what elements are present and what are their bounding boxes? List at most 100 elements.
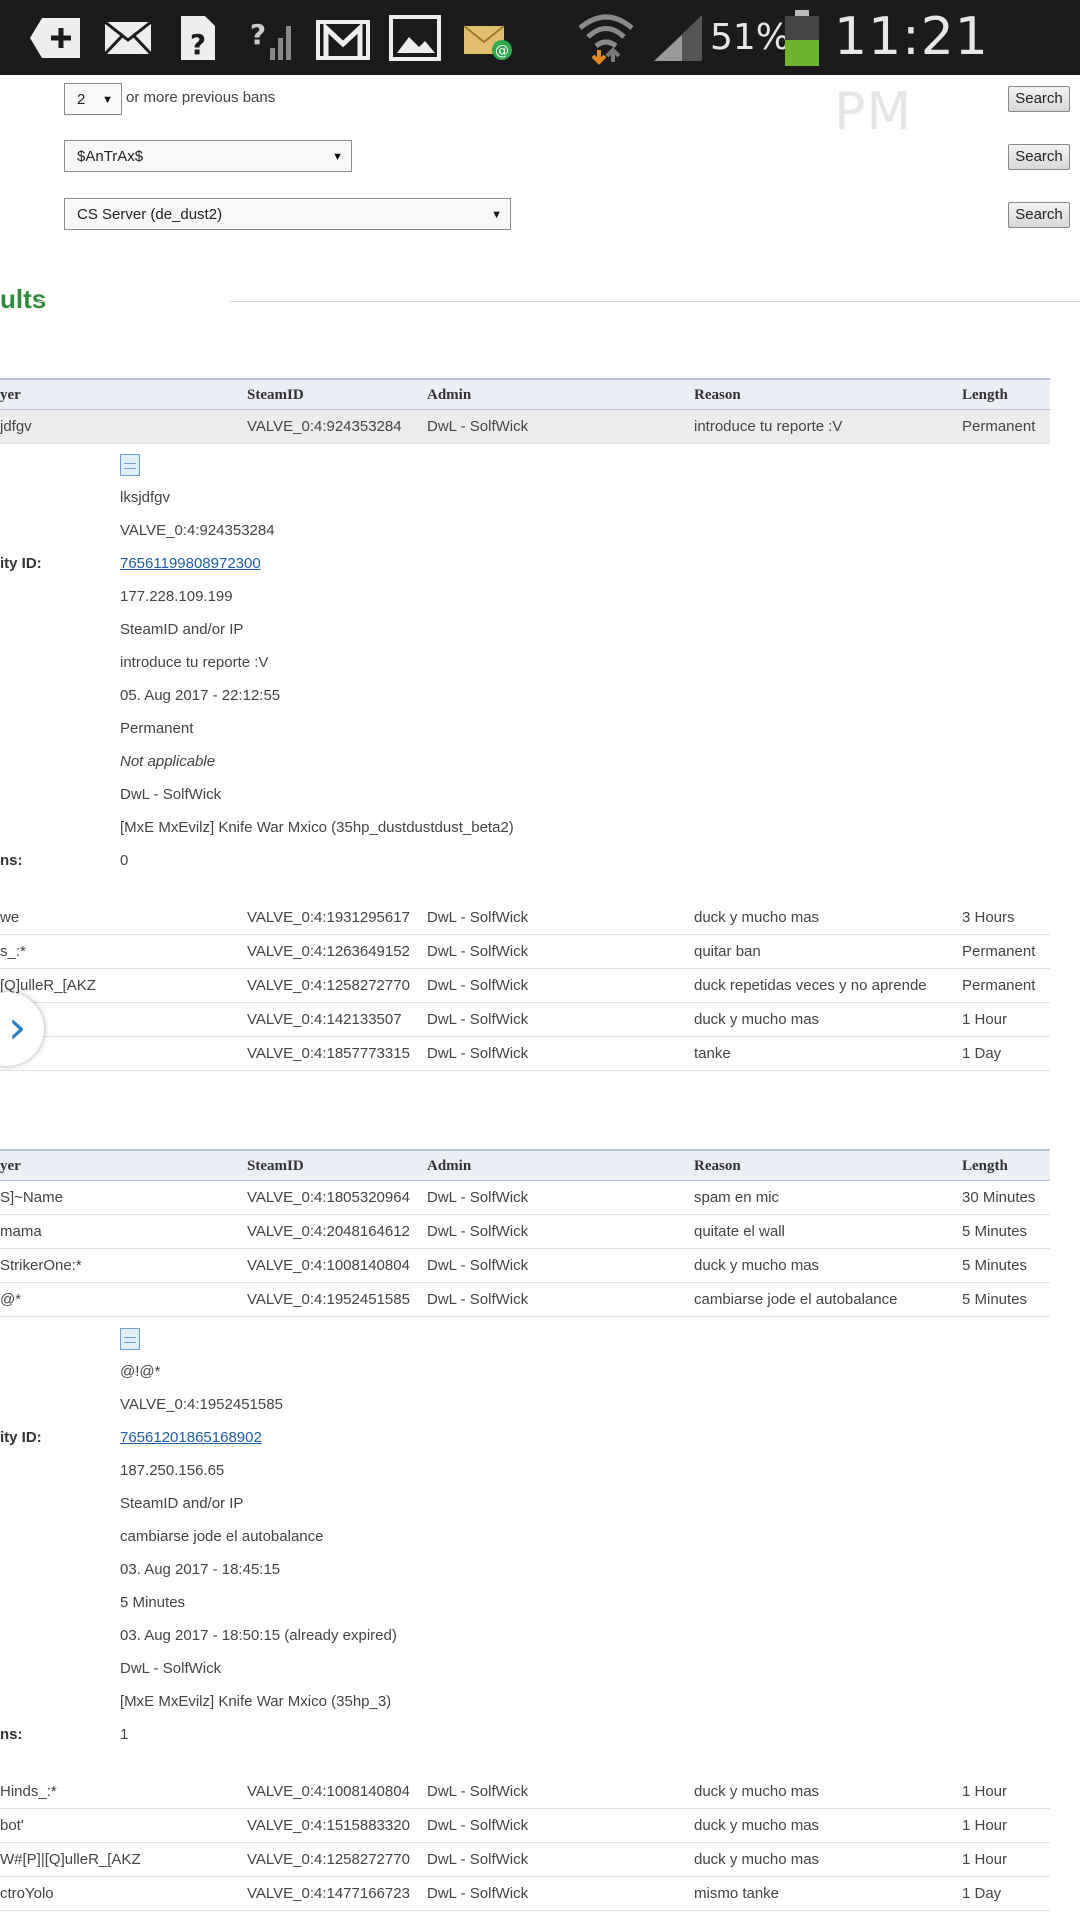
cell-player: we (0, 909, 20, 926)
mail-icon (102, 0, 154, 75)
cell-steamid: VALVE_0:4:1857773315 (247, 1045, 410, 1062)
detail-invoked-on: 05. Aug 2017 - 22:12:55 (120, 687, 281, 704)
column-player[interactable]: yer (0, 1151, 21, 1181)
detail-name: lksjdfgv (120, 489, 171, 506)
cell-reason: tanke (694, 1045, 731, 1062)
detail-steamid: VALVE_0:4:924353284 (120, 522, 275, 539)
cell-reason: duck y mucho mas (694, 909, 820, 926)
server-select-value: CS Server (de_dust2) (77, 206, 223, 223)
detail-community-id-link[interactable]: 76561201865168902 (120, 1428, 262, 1448)
detail-total-bans: 1 (120, 1726, 129, 1743)
heading-rule-left (38, 301, 46, 302)
search-server-button[interactable]: Search (1008, 202, 1070, 228)
table-row[interactable]: ctroYolo VALVE_0:4:1477166723 DwL - SolfWi… (0, 1877, 1050, 1911)
table-row[interactable]: mama VALVE_0:4:2048164612 DwL - SolfWick qu… (0, 1215, 1050, 1249)
table-row[interactable]: [Q]ulleR_[AKZ VALVE_0:4:1258272770 DwL - S… (0, 969, 1050, 1003)
chevron-down-icon: ▼ (102, 94, 113, 106)
table-row[interactable]: bot' VALVE_0:4:1515883320 DwL - SolfWick du… (0, 1809, 1050, 1843)
table-row[interactable]: s_:* VALVE_0:4:1263649152 DwL - SolfWick qu… (0, 935, 1050, 969)
detail-admin: DwL - SolfWick (120, 786, 222, 803)
cell-reason: quitar ban (694, 943, 761, 960)
admin-select[interactable]: $AnTrAx$ ▼ (64, 140, 352, 172)
cell-reason: duck repetidas veces y no aprende (694, 977, 927, 994)
detail-community-id-link[interactable]: 76561199808972300 (120, 554, 261, 574)
total-bans-label: ns: (0, 852, 23, 869)
cell-player: mama (0, 1223, 42, 1240)
status-bar: ? ? @ 51% 11:21 PM (0, 0, 1080, 142)
table-row[interactable]: @* VALVE_0:4:1952451585 DwL - SolfWick camb… (0, 1283, 1050, 1317)
table-row[interactable]: we VALVE_0:4:1931295617 DwL - SolfWick duck… (0, 901, 1050, 935)
search-previous-bans-button[interactable]: Search (1008, 86, 1070, 112)
cell-length: 1 Day (962, 1885, 1002, 1902)
cell-admin: DwL - SolfWick (427, 943, 529, 960)
cell-player: jdfgv (0, 418, 32, 435)
cell-steamid: VALVE_0:4:2048164612 (247, 1223, 410, 1240)
search-admin-button[interactable]: Search (1008, 144, 1070, 170)
column-admin[interactable]: Admin (427, 1151, 471, 1181)
cell-player: ctroYolo (0, 1885, 54, 1902)
cell-player: [Q]ulleR_[AKZ (0, 977, 96, 994)
cell-steamid: VALVE_0:4:1931295617 (247, 909, 410, 926)
cell-admin: DwL - SolfWick (427, 1817, 529, 1834)
column-player[interactable]: yer (0, 380, 21, 410)
detail-server: [MxE MxEvilz] Knife War Mxico (35hp_dust… (120, 819, 514, 836)
cell-reason: duck y mucho mas (694, 1851, 820, 1868)
column-reason[interactable]: Reason (694, 1151, 741, 1181)
cell-reason: duck y mucho mas (694, 1783, 820, 1800)
column-admin[interactable]: Admin (427, 380, 471, 410)
ban-list-page: 2 ▼ or more previous bans Search $AnTrAx… (0, 75, 1080, 1920)
cell-steamid: VALVE_0:4:1258272770 (247, 1851, 410, 1868)
cell-admin: DwL - SolfWick (427, 1045, 529, 1062)
cell-player: StrikerOne:* (0, 1257, 82, 1274)
cell-length: 5 Minutes (962, 1257, 1028, 1274)
server-select[interactable]: CS Server (de_dust2) ▼ (64, 198, 511, 230)
detail-reason: introduce tu reporte :V (120, 654, 269, 671)
table-row[interactable]: Hinds_:* VALVE_0:4:1008140804 DwL - SolfWi… (0, 1775, 1050, 1809)
admin-select-value: $AnTrAx$ (77, 148, 144, 165)
table-row[interactable]: W#[P]|[Q]ulleR_[AKZ VALVE_0:4:1258272770 D… (0, 1843, 1050, 1877)
previous-bans-value: 2 (77, 91, 86, 108)
document-icon[interactable] (120, 454, 140, 476)
cell-player: S]~Name (0, 1189, 63, 1206)
column-steamid[interactable]: SteamID (247, 380, 304, 410)
column-length[interactable]: Length (962, 1151, 1008, 1181)
column-reason[interactable]: Reason (694, 380, 741, 410)
table-row[interactable]: jdfgv VALVE_0:4:924353284 DwL - SolfWick in… (0, 410, 1050, 444)
cell-length: 1 Hour (962, 1011, 1008, 1028)
gallery-icon (388, 0, 442, 75)
previous-bans-select[interactable]: 2 ▼ (64, 83, 122, 115)
cell-steamid: VALVE_0:4:1258272770 (247, 977, 410, 994)
detail-admin: DwL - SolfWick (120, 1660, 222, 1677)
cell-length: 1 Hour (962, 1783, 1008, 1800)
column-steamid[interactable]: SteamID (247, 1151, 304, 1181)
detail-ip: 187.250.156.65 (120, 1462, 225, 1479)
cell-steamid: VALVE_0:4:1263649152 (247, 943, 410, 960)
cell-steamid: VALVE_0:4:1008140804 (247, 1783, 410, 1800)
table-header: yer SteamID Admin Reason Length (0, 378, 1050, 410)
table-row[interactable]: oVALVE_0:4:142133507DwL - SolfWickduck y… (0, 1003, 1050, 1037)
table-row[interactable]: StrikerOne:* VALVE_0:4:1008140804 DwL - So… (0, 1249, 1050, 1283)
document-icon[interactable] (120, 1328, 140, 1350)
table-row[interactable]: zy`VALVE_0:4:1857773315DwL - SolfWicktan… (0, 1037, 1050, 1071)
cell-length: 3 Hours (962, 909, 1015, 926)
cell-signal-icon (652, 0, 704, 75)
cell-length: 30 Minutes (962, 1189, 1036, 1206)
cell-admin: DwL - SolfWick (427, 1223, 529, 1240)
battery-icon (782, 0, 822, 75)
detail-server: [MxE MxEvilz] Knife War Mxico (35hp_3) (120, 1693, 392, 1710)
column-length[interactable]: Length (962, 380, 1008, 410)
svg-text:?: ? (250, 18, 266, 51)
cell-admin: DwL - SolfWick (427, 418, 529, 435)
email-notification-icon: @ (462, 0, 516, 75)
cell-admin: DwL - SolfWick (427, 1011, 529, 1028)
detail-expires-on: Not applicable (120, 753, 216, 770)
cell-length: 1 Hour (962, 1851, 1008, 1868)
cell-reason: duck y mucho mas (694, 1817, 820, 1834)
cell-player: bot' (0, 1817, 24, 1834)
cell-player: @* (0, 1291, 22, 1308)
table-row[interactable]: S]~Name VALVE_0:4:1805320964 DwL - SolfWic… (0, 1181, 1050, 1215)
cell-reason: duck y mucho mas (694, 1257, 820, 1274)
cell-reason: mismo tanke (694, 1885, 780, 1902)
cell-steamid: VALVE_0:4:1515883320 (247, 1817, 410, 1834)
cell-admin: DwL - SolfWick (427, 909, 529, 926)
